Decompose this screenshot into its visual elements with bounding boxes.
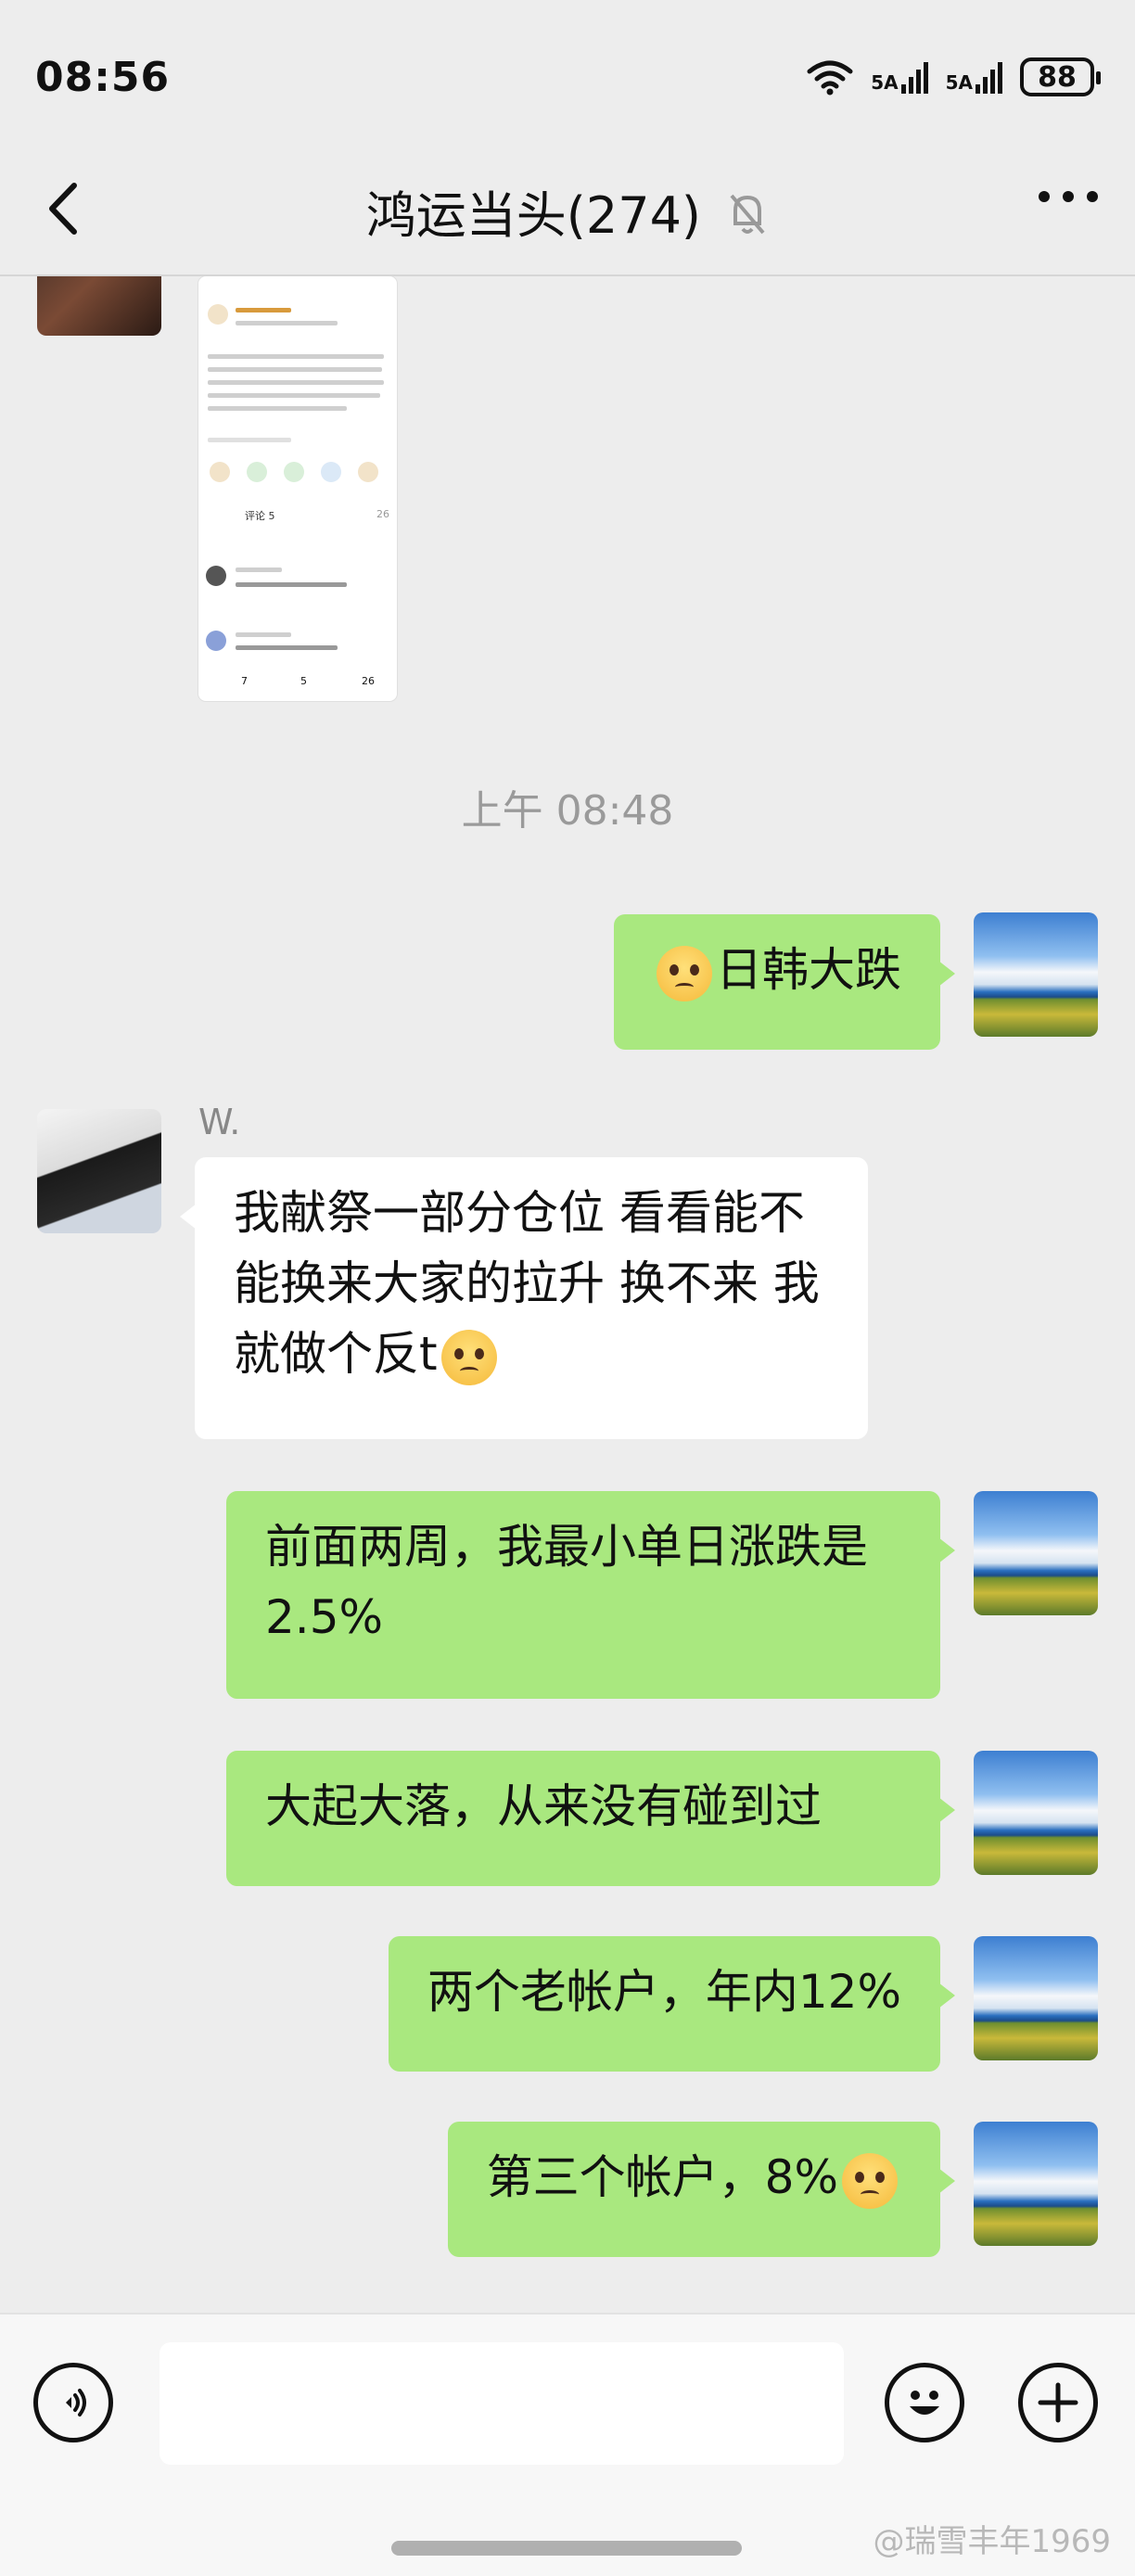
- signal-bars-icon: [900, 62, 928, 94]
- status-icons: 5A 5A 88: [806, 57, 1101, 96]
- emoji-laughing-crying-icon: [440, 1329, 497, 1385]
- watermark: @瑞雪丰年1969: [873, 2523, 1111, 2560]
- voice-input-button[interactable]: [33, 2363, 113, 2442]
- status-bar: 08:56 5A 5A 88: [0, 0, 1135, 139]
- chat-header: 鸿运当头(274): [0, 139, 1135, 276]
- sender-name: W.: [198, 1102, 241, 1142]
- my-avatar[interactable]: [974, 1936, 1098, 2060]
- repost-count: 7: [241, 675, 248, 687]
- emoji-woozy-icon: [842, 2152, 898, 2209]
- signal-2: 5A: [946, 60, 1003, 94]
- message-bubble[interactable]: 我献祭一部分仓位 看看能不能换来大家的拉升 换不来 我就做个反t: [180, 1157, 868, 1439]
- plus-icon: [1038, 2382, 1078, 2423]
- status-time: 08:56: [35, 54, 171, 101]
- comments-tab: 评论 5: [245, 510, 275, 522]
- battery-indicator: 88: [1020, 57, 1101, 96]
- input-bar: @瑞雪丰年1969: [0, 2313, 1135, 2576]
- signal-bars-icon: [976, 62, 1002, 94]
- chat-area[interactable]: 评论 5 26 7 5 26 上午 08:48 日韩大跌 W. 我献祭一部分仓位…: [0, 276, 1135, 2313]
- message-bubble[interactable]: 大起大落，从来没有碰到过: [226, 1751, 955, 1886]
- shared-screenshot-image[interactable]: 评论 5 26 7 5 26: [198, 276, 397, 701]
- my-avatar[interactable]: [974, 1751, 1098, 1875]
- signal-1: 5A: [871, 60, 928, 94]
- chat-title: 鸿运当头(274): [0, 174, 1135, 249]
- more-options-button[interactable]: [1039, 191, 1098, 202]
- muted-bell-icon: [726, 190, 769, 249]
- voice-icon: [66, 2389, 86, 2417]
- wifi-icon: [807, 60, 853, 96]
- avatar[interactable]: [37, 276, 161, 336]
- my-avatar[interactable]: [974, 1491, 1098, 1615]
- more-functions-button[interactable]: [1018, 2363, 1098, 2442]
- my-avatar[interactable]: [974, 2122, 1098, 2246]
- likes-bottom: 26: [362, 675, 375, 687]
- my-avatar[interactable]: [974, 912, 1098, 1037]
- likes-top: 26: [376, 508, 389, 520]
- group-name: 鸿运当头(274): [365, 186, 702, 245]
- emoji-woozy-icon: [657, 945, 712, 1001]
- message-bubble[interactable]: 前面两周，我最小单日涨跌是2.5%: [226, 1491, 955, 1699]
- message-bubble[interactable]: 第三个帐户，8%: [447, 2122, 956, 2257]
- message-timestamp: 上午 08:48: [461, 787, 674, 835]
- sender-avatar[interactable]: [37, 1109, 161, 1233]
- message-bubble[interactable]: 日韩大跌: [614, 914, 955, 1050]
- home-indicator[interactable]: [391, 2541, 742, 2556]
- message-input[interactable]: [159, 2342, 844, 2465]
- message-bubble[interactable]: 两个老帐户，年内12%: [388, 1936, 956, 2072]
- emoji-icon: [910, 2391, 939, 2415]
- emoji-button[interactable]: [885, 2363, 964, 2442]
- comment-count: 5: [300, 675, 307, 687]
